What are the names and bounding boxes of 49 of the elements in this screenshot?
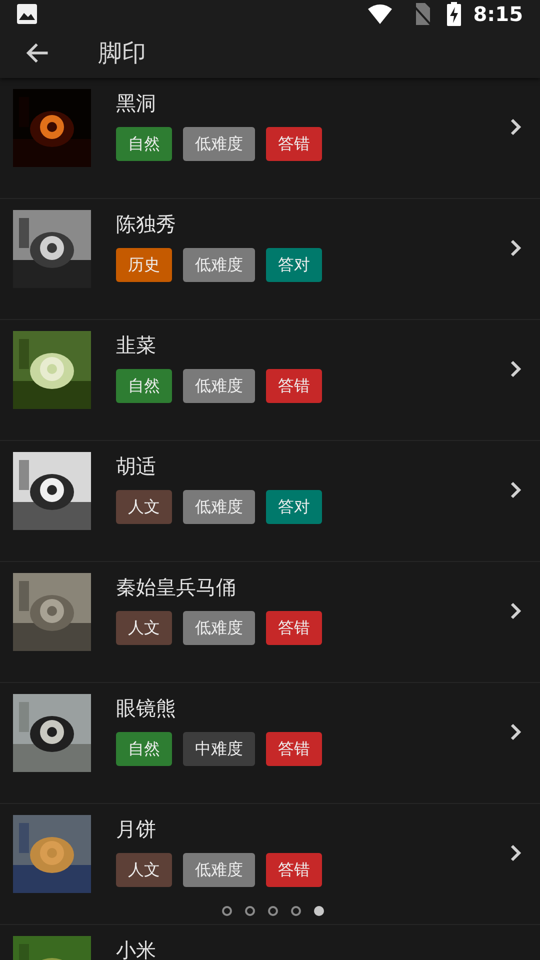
list-item[interactable]: 黑洞 自然 低难度 答错	[0, 78, 540, 199]
tag: 人文	[116, 611, 172, 645]
tag: 低难度	[183, 369, 255, 403]
tag: 人文	[116, 490, 172, 524]
chevron-right-icon	[510, 481, 522, 499]
list-item[interactable]: 胡适 人文 低难度 答对	[0, 441, 540, 562]
tag: 低难度	[183, 248, 255, 282]
tag: 自然	[116, 127, 172, 161]
item-title: 眼镜熊	[116, 695, 177, 722]
chevron-right-icon	[510, 118, 522, 136]
item-title: 月饼	[116, 816, 157, 843]
tag: 低难度	[183, 127, 255, 161]
tag: 自然	[116, 369, 172, 403]
tag: 历史	[116, 248, 172, 282]
status-time: 8:15	[473, 1, 523, 28]
item-title: 黑洞	[116, 90, 157, 117]
chevron-right-icon	[510, 723, 522, 741]
list-item[interactable]: 月饼 人文 低难度 答错	[0, 804, 540, 925]
tag: 答错	[266, 732, 322, 766]
chevron-right-icon	[510, 360, 522, 378]
item-title: 秦始皇兵马俑	[116, 574, 237, 601]
tag: 答对	[266, 490, 322, 524]
tag: 答错	[266, 853, 322, 887]
tag: 低难度	[183, 853, 255, 887]
tag: 答错	[266, 127, 322, 161]
chevron-right-icon	[510, 844, 522, 862]
page-title: 脚印	[98, 38, 146, 69]
item-title: 胡适	[116, 453, 157, 480]
item-title: 陈独秀	[116, 211, 177, 238]
tag: 中难度	[183, 732, 255, 766]
item-title: 韭菜	[116, 332, 157, 359]
chevron-right-icon	[510, 602, 522, 620]
tag: 低难度	[183, 490, 255, 524]
chevron-right-icon	[510, 239, 522, 257]
wifi-icon	[367, 4, 394, 24]
list-item[interactable]: 陈独秀 历史 低难度 答对	[0, 199, 540, 320]
list-item[interactable]: 韭菜 自然 低难度 答错	[0, 320, 540, 441]
tag: 答错	[266, 369, 322, 403]
list-item[interactable]: 小米	[0, 925, 540, 960]
tag: 人文	[116, 853, 172, 887]
image-icon	[17, 4, 37, 24]
tag: 答对	[266, 248, 322, 282]
item-title: 小米	[116, 937, 157, 960]
tag: 答错	[266, 611, 322, 645]
tag: 低难度	[183, 611, 255, 645]
tag: 自然	[116, 732, 172, 766]
list-item[interactable]: 秦始皇兵马俑 人文 低难度 答错	[0, 562, 540, 683]
no-sim-icon	[413, 3, 432, 25]
list-item[interactable]: 眼镜熊 自然 中难度 答错	[0, 683, 540, 804]
